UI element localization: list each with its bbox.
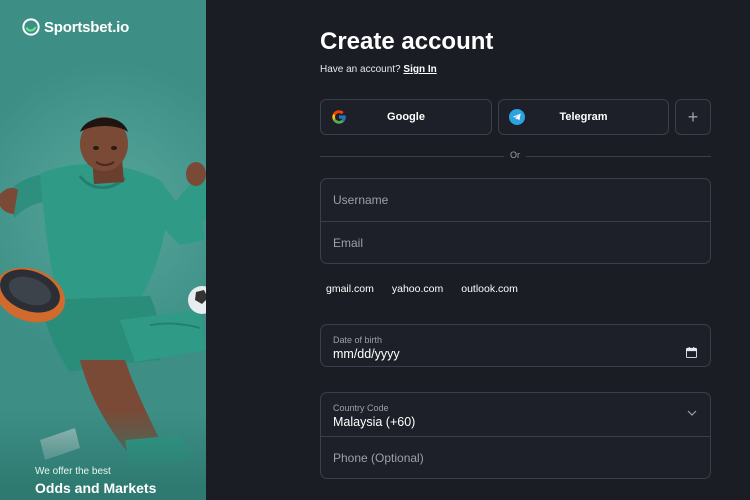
promo-panel: Sportsbet.io We offer the best Odds and … <box>0 0 206 500</box>
email-domain-gmail[interactable]: gmail.com <box>326 283 374 295</box>
telegram-signup-button[interactable]: Telegram <box>498 99 669 135</box>
promo-tagline-big: Odds and Markets <box>35 480 157 496</box>
chevron-down-icon <box>687 410 697 416</box>
dob-value: mm/dd/yyyy <box>333 347 400 361</box>
telegram-icon <box>509 109 525 125</box>
dob-label: Date of birth <box>333 335 383 345</box>
account-fields-group: Username Email <box>320 178 711 264</box>
email-input[interactable]: Email <box>321 221 710 263</box>
page-title: Create account <box>320 28 494 55</box>
have-account-prompt: Have an account? Sign In <box>320 64 437 75</box>
brand-name: Sportsbet.io <box>44 18 130 36</box>
google-signup-button[interactable]: Google <box>320 99 492 135</box>
email-domain-outlook[interactable]: outlook.com <box>461 283 518 295</box>
date-of-birth-input[interactable]: Date of birth mm/dd/yyyy <box>320 324 711 367</box>
calendar-icon[interactable] <box>686 347 697 358</box>
email-placeholder: Email <box>333 235 364 250</box>
sportsbet-logo-icon <box>22 18 40 36</box>
promo-tagline-small: We offer the best <box>35 466 111 477</box>
username-input[interactable]: Username <box>321 179 710 221</box>
username-placeholder: Username <box>333 193 389 207</box>
have-account-text: Have an account? <box>320 64 401 75</box>
country-code-select[interactable]: Country Code Malaysia (+60) <box>321 393 710 436</box>
email-domain-suggestions: gmail.com yahoo.com outlook.com <box>326 283 518 295</box>
phone-fields-group: Country Code Malaysia (+60) Phone (Optio… <box>320 392 711 479</box>
sign-in-link[interactable]: Sign In <box>403 64 436 75</box>
divider-or-text: Or <box>504 150 526 160</box>
email-domain-yahoo[interactable]: yahoo.com <box>392 283 443 295</box>
country-code-value: Malaysia (+60) <box>333 415 416 429</box>
phone-placeholder: Phone (Optional) <box>333 450 424 465</box>
phone-input[interactable]: Phone (Optional) <box>321 436 710 478</box>
country-code-label: Country Code <box>333 403 389 413</box>
google-icon <box>332 110 346 124</box>
plus-icon: + <box>687 107 699 127</box>
brand-logo[interactable]: Sportsbet.io <box>22 18 129 36</box>
more-signup-options-button[interactable]: + <box>675 99 711 135</box>
